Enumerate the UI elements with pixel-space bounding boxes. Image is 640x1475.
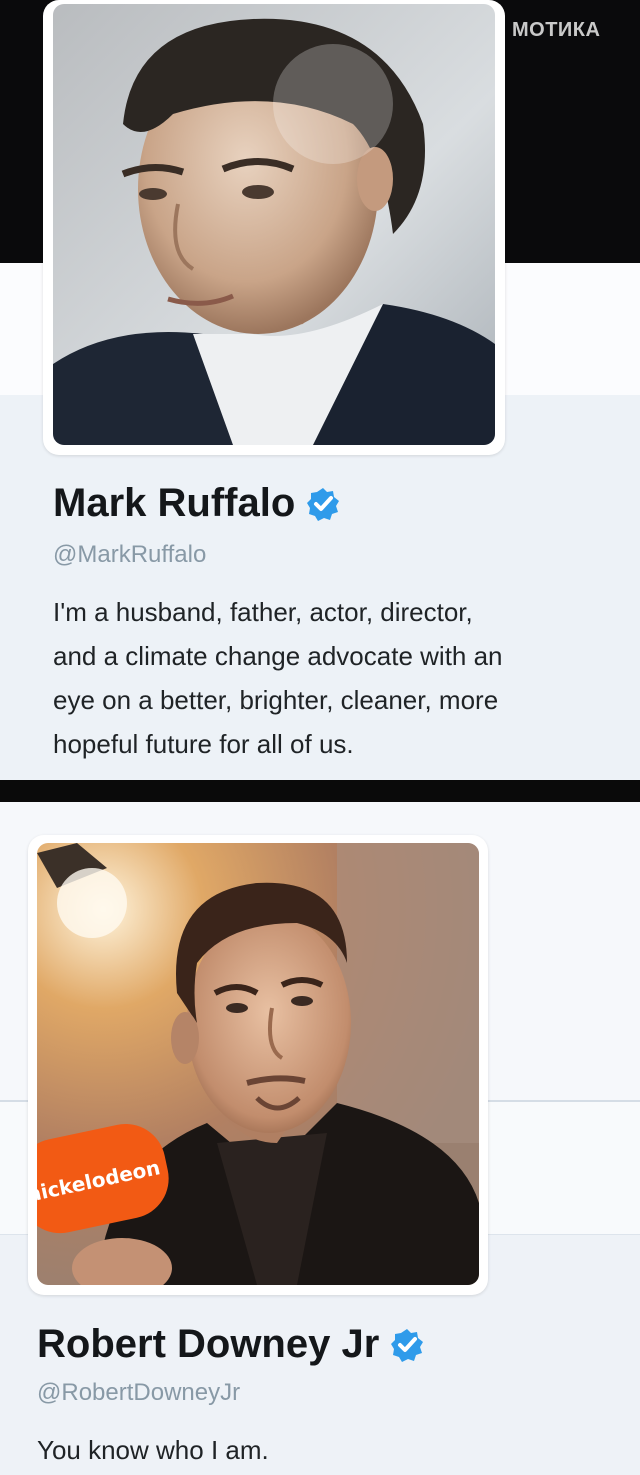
profile-handle[interactable]: @RobertDowneyJr [37,1379,240,1407]
profile-bio: I'm a husband, father, actor, director, … [53,590,503,766]
bio-line: and a climate change advocate with an [53,641,503,671]
bio-line: hopeful future for all of us. [53,729,354,759]
profile-name: Mark Ruffalo [53,481,341,526]
bio-line: You know who I am. [37,1435,269,1465]
image-separator [0,780,640,802]
verified-badge-icon [391,1328,424,1362]
avatar-photo [53,4,495,445]
profile-handle[interactable]: @MarkRuffalo [53,541,206,569]
profile-bio: You know who I am. [37,1428,269,1472]
watermark: МОТИКА [512,19,601,41]
portrait-image: nickelodeon [37,843,479,1285]
profile-avatar[interactable]: nickelodeon [28,835,488,1295]
profile-name-text: Robert Downey Jr [37,1322,380,1366]
portrait-image [53,4,495,445]
profile-name-text: Mark Ruffalo [53,481,296,525]
bio-line: I'm a husband, father, actor, director, [53,597,473,627]
bio-line: eye on a better, brighter, cleaner, more [53,685,499,715]
profile-avatar[interactable] [43,0,505,455]
avatar-photo: nickelodeon [37,843,479,1285]
profile-name: Robert Downey Jr [37,1322,425,1367]
verified-badge-icon [307,487,340,521]
